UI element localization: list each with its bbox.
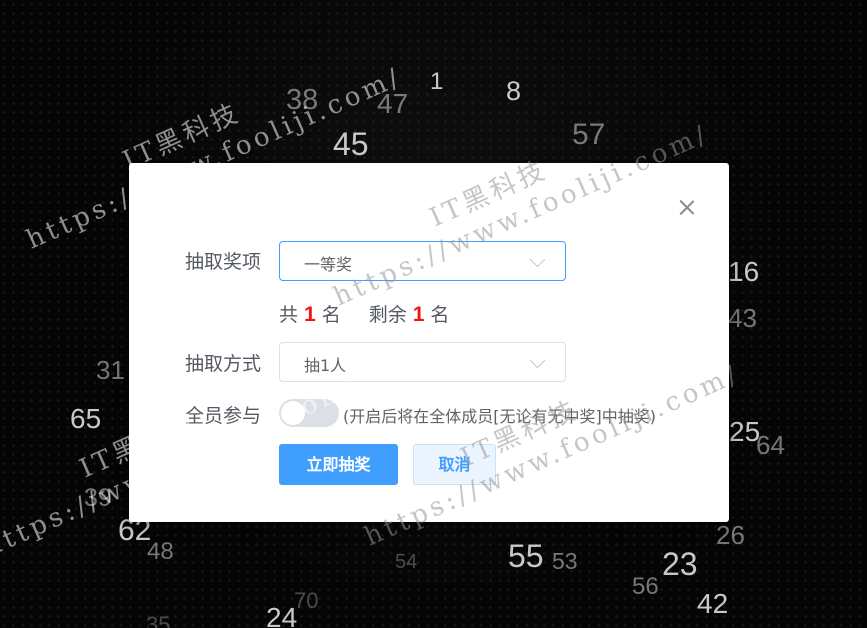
background-number: 53 xyxy=(552,548,578,574)
background-number: 39 xyxy=(84,484,112,512)
background-number: 24 xyxy=(266,602,298,628)
chevron-down-icon xyxy=(529,251,546,268)
remaining-count-value: 1 xyxy=(412,303,425,326)
total-count-value: 1 xyxy=(304,303,316,326)
background-number: 42 xyxy=(697,588,729,619)
remaining-count-prefix: 剩余 xyxy=(368,304,407,326)
draw-now-button[interactable]: 立即抽奖 xyxy=(279,444,398,485)
cancel-button[interactable]: 取消 xyxy=(413,444,496,485)
prize-label: 抽取奖项 xyxy=(184,251,261,273)
all-members-toggle[interactable] xyxy=(279,399,339,427)
background-number: 31 xyxy=(96,355,125,385)
all-members-hint: (开启后将在全体成员[无论有无中奖]中抽奖) xyxy=(343,407,656,426)
background-number: 57 xyxy=(572,118,606,151)
background-number: 48 xyxy=(147,538,174,565)
background-number: 56 xyxy=(632,573,659,600)
draw-mode-select[interactable]: 抽1人 xyxy=(279,342,566,382)
draw-mode-label: 抽取方式 xyxy=(184,353,261,375)
background-number: 26 xyxy=(716,520,745,550)
background-number: 16 xyxy=(728,256,760,287)
background-number: 43 xyxy=(728,303,757,333)
background-number: 47 xyxy=(377,88,409,119)
total-count-prefix: 共 xyxy=(279,304,299,326)
close-icon[interactable] xyxy=(677,197,697,217)
prize-select-value: 一等奖 xyxy=(304,255,353,274)
toggle-knob xyxy=(281,401,305,425)
total-count-suffix: 名 xyxy=(321,304,341,326)
background-number: 1 xyxy=(430,68,444,95)
background-number: 65 xyxy=(70,403,102,434)
all-members-label: 全员参与 xyxy=(184,405,261,427)
background-number: 23 xyxy=(662,546,698,582)
background-number: 54 xyxy=(395,551,418,573)
background-number: 8 xyxy=(506,76,522,106)
remaining-count-suffix: 名 xyxy=(430,304,450,326)
background-number: 64 xyxy=(756,430,785,460)
background-number: 45 xyxy=(333,126,369,162)
draw-mode-select-value: 抽1人 xyxy=(304,356,347,375)
background-number: 38 xyxy=(286,84,319,116)
prize-select[interactable]: 一等奖 xyxy=(279,241,566,281)
background-number: 55 xyxy=(508,538,544,574)
background-number: 35 xyxy=(146,612,171,628)
prize-count-summary: 共 1 名剩余 1 名 xyxy=(279,300,449,327)
chevron-down-icon xyxy=(529,352,546,369)
background-number: 70 xyxy=(294,588,319,613)
draw-prize-dialog: 抽取奖项 一等奖 共 1 名剩余 1 名 抽取方式 抽1人 全员参与 (开启后将在全体成… xyxy=(129,163,729,522)
